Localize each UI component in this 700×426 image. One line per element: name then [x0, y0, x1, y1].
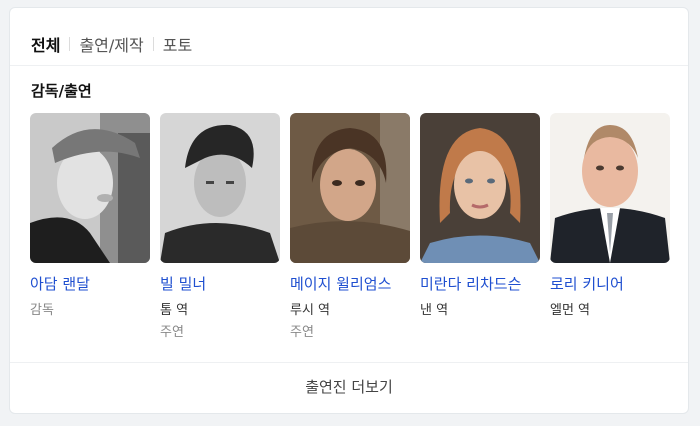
cast-role: 낸 역 — [420, 303, 449, 318]
tab-cast-production[interactable]: 출연/제작 — [79, 32, 143, 56]
cast-name[interactable]: 로리 키니어 — [550, 273, 670, 293]
cast-billing — [30, 321, 150, 337]
cast-role: 감독 — [30, 303, 54, 318]
cast-member[interactable]: 메이지 윌리엄스 루시 역 주연 — [290, 113, 410, 340]
divider — [10, 65, 688, 66]
person-photo-icon[interactable] — [290, 113, 410, 263]
person-photo-icon[interactable] — [550, 113, 670, 263]
cast-list: 아담 랜달 감독 빌 밀너 톰 역 주연 메이지 윌리엄스 루시 역 주연 미란… — [30, 113, 680, 340]
cast-name[interactable]: 아담 랜달 — [30, 273, 150, 293]
tab-all[interactable]: 전체 — [31, 32, 60, 56]
cast-billing: 주연 — [290, 325, 314, 340]
tab-separator — [69, 37, 71, 51]
cast-billing — [550, 321, 670, 337]
cast-name[interactable]: 메이지 윌리엄스 — [290, 273, 410, 293]
tab-photo[interactable]: 포토 — [163, 32, 192, 56]
tab-separator — [152, 37, 154, 51]
cast-role: 톰 역 — [160, 303, 189, 318]
section-title: 감독/출연 — [31, 82, 92, 100]
tab-bar: 전체 출연/제작 포토 — [31, 32, 192, 56]
more-cast-button[interactable]: 출연진 더보기 — [10, 376, 688, 397]
cast-billing — [420, 321, 540, 337]
cast-member[interactable]: 빌 밀너 톰 역 주연 — [160, 113, 280, 340]
cast-member[interactable]: 로리 키니어 엘먼 역 — [550, 113, 670, 337]
divider — [10, 362, 688, 363]
cast-name[interactable]: 미란다 리차드슨 — [420, 273, 540, 293]
cast-member[interactable]: 미란다 리차드슨 낸 역 — [420, 113, 540, 337]
cast-card: 전체 출연/제작 포토 감독/출연 아담 랜달 감독 빌 밀너 톰 역 주연 메… — [9, 7, 689, 414]
cast-role: 루시 역 — [290, 303, 331, 318]
cast-name[interactable]: 빌 밀너 — [160, 273, 280, 293]
cast-member[interactable]: 아담 랜달 감독 — [30, 113, 150, 337]
person-photo-icon[interactable] — [420, 113, 540, 263]
cast-role: 엘먼 역 — [550, 303, 591, 318]
cast-billing: 주연 — [160, 325, 184, 340]
person-photo-icon[interactable] — [160, 113, 280, 263]
person-photo-icon[interactable] — [30, 113, 150, 263]
